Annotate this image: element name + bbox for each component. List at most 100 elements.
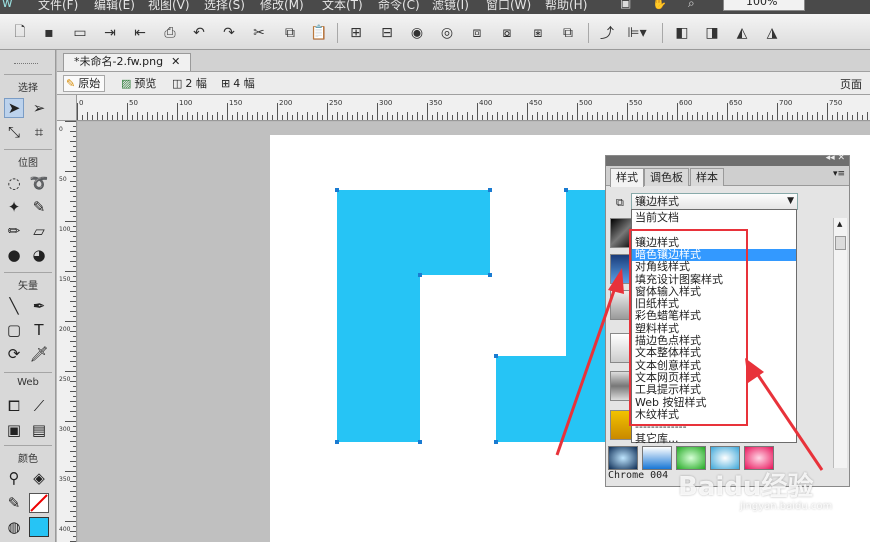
import-icon[interactable]: ⇥ bbox=[101, 24, 119, 42]
subselect-tool-icon[interactable]: ➢ bbox=[29, 98, 49, 118]
paint-bucket-icon[interactable]: ◈ bbox=[29, 468, 49, 488]
document-tab[interactable]: *未命名-2.fw.png ✕ bbox=[63, 53, 192, 71]
show-slices-icon[interactable]: ▤ bbox=[29, 420, 49, 440]
ruler-corner[interactable] bbox=[57, 95, 77, 121]
ruler-label: 600 bbox=[679, 99, 692, 107]
rotate-icon[interactable]: ◧ bbox=[673, 24, 691, 42]
bridge-icon[interactable]: ▣ bbox=[620, 0, 631, 12]
export-icon[interactable]: ⇤ bbox=[131, 24, 149, 42]
marquee-tool-icon[interactable]: ◌ bbox=[4, 173, 24, 193]
panel-scrollbar[interactable]: ▲ bbox=[833, 218, 847, 468]
section-colors: 颜色 bbox=[0, 445, 56, 465]
knife-tool-icon[interactable]: 🗡 bbox=[29, 344, 49, 364]
style-swatch[interactable] bbox=[608, 446, 638, 470]
eraser-tool-icon[interactable]: ▱ bbox=[29, 221, 49, 241]
tab-swatches[interactable]: 样本 bbox=[690, 168, 724, 186]
zoom-icon[interactable]: ⌕ bbox=[688, 0, 695, 12]
zoom-select[interactable]: 100% bbox=[723, 0, 805, 11]
bring-front-icon[interactable]: ⧈ bbox=[468, 24, 486, 42]
scroll-thumb[interactable] bbox=[835, 236, 846, 250]
pointer-tool-icon[interactable]: ➤ bbox=[4, 98, 24, 118]
panel-options-icon[interactable]: ▾≡ bbox=[833, 169, 845, 179]
scroll-up-icon[interactable]: ▲ bbox=[837, 220, 842, 228]
hotspot-tool-icon[interactable]: ⧠ bbox=[4, 396, 24, 416]
blur-tool-icon[interactable]: ● bbox=[4, 245, 24, 265]
hide-slices-icon[interactable]: ▣ bbox=[4, 420, 24, 440]
view-original-button[interactable]: ✎ 原始 bbox=[63, 75, 106, 92]
split-icon[interactable]: ◎ bbox=[438, 24, 456, 42]
new-document-icon[interactable]: 🗋 bbox=[11, 24, 29, 42]
ungroup-icon[interactable]: ⊟ bbox=[378, 24, 396, 42]
lasso-tool-icon[interactable]: ➰ bbox=[29, 173, 49, 193]
open-icon[interactable]: ▭ bbox=[71, 24, 89, 42]
vertical-ruler[interactable]: 0 50 100 150 200 250 300 350 400 bbox=[57, 121, 77, 542]
menu-modify[interactable]: 修改(M) bbox=[260, 0, 304, 13]
hand-icon[interactable]: ✋ bbox=[652, 0, 667, 12]
brush-tool-icon[interactable]: ✎ bbox=[29, 197, 49, 217]
scale-tool-icon[interactable]: ⤡ bbox=[4, 122, 24, 142]
panel-titlebar[interactable]: ◂◂ ✕ bbox=[606, 153, 849, 166]
line-tool-icon[interactable]: ╲ bbox=[4, 296, 24, 316]
blue-shape-right[interactable] bbox=[496, 190, 606, 442]
menu-select[interactable]: 选择(S) bbox=[204, 0, 245, 13]
rotate-ccw-icon[interactable]: ◨ bbox=[703, 24, 721, 42]
panel-grip[interactable] bbox=[14, 63, 38, 66]
fill-color-swatch[interactable] bbox=[29, 517, 49, 537]
style-swatch[interactable] bbox=[642, 446, 672, 470]
fill-color-icon[interactable]: ◍ bbox=[4, 517, 24, 537]
undo-icon[interactable]: ↶ bbox=[190, 24, 208, 42]
group-icon[interactable]: ⊞ bbox=[347, 24, 365, 42]
magic-wand-icon[interactable]: ✦ bbox=[4, 197, 24, 217]
view-2up-button[interactable]: ◫ 2 幅 bbox=[170, 75, 211, 92]
copy-icon[interactable]: ⧉ bbox=[281, 24, 299, 42]
save-icon[interactable]: ▪ bbox=[40, 24, 58, 42]
view-preview-button[interactable]: ▨ 预览 bbox=[119, 75, 160, 92]
style-library-select[interactable]: 镶边样式 ▼ bbox=[631, 193, 798, 210]
eyedropper-icon[interactable]: ⚲ bbox=[4, 468, 24, 488]
stroke-color-icon[interactable]: ✎ bbox=[4, 493, 24, 513]
toolbar-separator bbox=[662, 23, 663, 43]
text-tool-icon[interactable]: T bbox=[29, 320, 49, 340]
menu-help[interactable]: 帮助(H) bbox=[545, 0, 587, 13]
close-tab-icon[interactable]: ✕ bbox=[171, 54, 180, 71]
ruler-label: 100 bbox=[179, 99, 192, 107]
cut-icon[interactable]: ✂ bbox=[250, 24, 268, 42]
stroke-color-swatch[interactable] bbox=[29, 493, 49, 513]
rectangle-tool-icon[interactable]: ▢ bbox=[4, 320, 24, 340]
flip-vertical-icon[interactable]: ◮ bbox=[763, 24, 781, 42]
menu-filters[interactable]: 滤镜(I) bbox=[432, 0, 469, 13]
page-label[interactable]: 页面 bbox=[840, 76, 862, 92]
view-4up-button[interactable]: ⊞ 4 幅 bbox=[219, 75, 259, 92]
free-transform-icon[interactable]: ⤴ bbox=[598, 24, 616, 42]
view-preview-label: 预览 bbox=[134, 77, 157, 90]
dropdown-option[interactable]: 其它库... bbox=[632, 433, 796, 445]
join-icon[interactable]: ◉ bbox=[408, 24, 426, 42]
menu-commands[interactable]: 命令(C) bbox=[378, 0, 420, 13]
menu-file[interactable]: 文件(F) bbox=[38, 0, 78, 13]
menu-view[interactable]: 视图(V) bbox=[148, 0, 190, 13]
align-icon[interactable]: ⊫▾ bbox=[627, 24, 646, 42]
freeform-tool-icon[interactable]: ⟳ bbox=[4, 344, 24, 364]
dropdown-option[interactable]: 当前文档 bbox=[632, 212, 796, 224]
menu-window[interactable]: 窗口(W) bbox=[486, 0, 531, 13]
horizontal-ruler[interactable]: 0 50 100 150 200 250 300 350 400 450 500 550 600 650 7… bbox=[77, 95, 870, 121]
paste-icon[interactable]: 📋 bbox=[310, 24, 328, 42]
red-eye-icon[interactable]: ◕ bbox=[29, 245, 49, 265]
pencil-tool-icon[interactable]: ✏ bbox=[4, 221, 24, 241]
bring-forward-icon[interactable]: ⧇ bbox=[498, 24, 516, 42]
slice-tool-icon[interactable]: ⟋ bbox=[29, 396, 49, 416]
menu-edit[interactable]: 编辑(E) bbox=[94, 0, 135, 13]
flip-horizontal-icon[interactable]: ◭ bbox=[733, 24, 751, 42]
pen-tool-icon[interactable]: ✒ bbox=[29, 296, 49, 316]
redo-icon[interactable]: ↷ bbox=[220, 24, 238, 42]
ruler-label: 200 bbox=[59, 326, 71, 333]
collapse-icon[interactable]: ◂◂ ✕ bbox=[826, 153, 845, 163]
send-back-icon[interactable]: ⧉ bbox=[559, 24, 577, 42]
crop-tool-icon[interactable]: ⌗ bbox=[29, 122, 49, 142]
tab-swatches-palette[interactable]: 调色板 bbox=[644, 168, 689, 186]
menu-text[interactable]: 文本(T) bbox=[322, 0, 363, 13]
send-backward-icon[interactable]: ⧆ bbox=[529, 24, 547, 42]
print-icon[interactable]: ⎙ bbox=[161, 24, 179, 42]
tab-styles[interactable]: 样式 bbox=[610, 168, 644, 187]
blue-shape-left[interactable] bbox=[337, 190, 490, 442]
